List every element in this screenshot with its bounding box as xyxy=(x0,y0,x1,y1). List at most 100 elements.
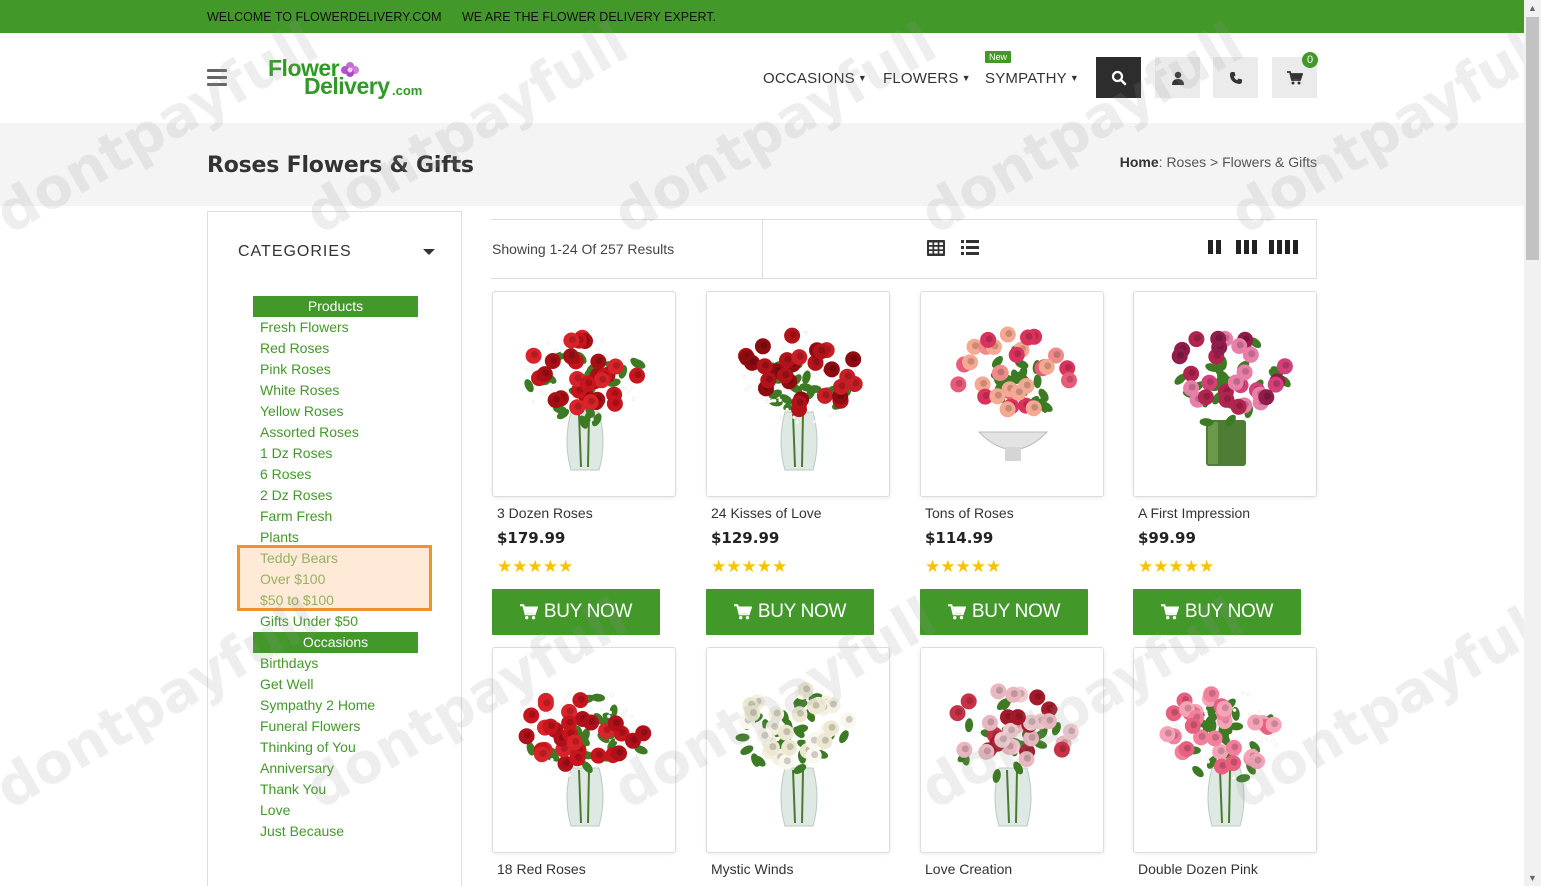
category-item[interactable]: 1 Dz Roses xyxy=(253,443,418,464)
two-column-icon[interactable] xyxy=(1208,240,1222,254)
buy-now-button[interactable]: BUY NOW xyxy=(920,589,1088,635)
scroll-down-icon[interactable]: ▼ xyxy=(1528,873,1537,883)
menu-icon[interactable] xyxy=(207,69,227,86)
product-name[interactable]: A First Impression xyxy=(1138,505,1250,521)
product-name[interactable]: Mystic Winds xyxy=(711,861,793,877)
category-item[interactable]: Yellow Roses xyxy=(253,401,418,422)
category-item[interactable]: Get Well xyxy=(253,674,418,695)
search-button[interactable] xyxy=(1096,57,1141,98)
product-name[interactable]: 18 Red Roses xyxy=(497,861,586,877)
product-image xyxy=(949,683,1079,827)
category-item[interactable]: Funeral Flowers xyxy=(253,716,418,737)
category-item[interactable]: White Roses xyxy=(253,380,418,401)
buy-now-label: BUY NOW xyxy=(543,601,633,622)
category-item[interactable]: Farm Fresh xyxy=(253,506,418,527)
three-column-icon[interactable] xyxy=(1236,240,1257,254)
product-image-card[interactable] xyxy=(492,647,676,853)
account-button[interactable] xyxy=(1155,57,1200,98)
product-image-card[interactable] xyxy=(706,647,890,853)
product-image-card[interactable] xyxy=(492,291,676,497)
buy-now-button[interactable]: BUY NOW xyxy=(1133,589,1301,635)
cart-icon xyxy=(733,604,752,620)
category-item[interactable]: Red Roses xyxy=(253,338,418,359)
product-image-card[interactable] xyxy=(920,647,1104,853)
product-price: $114.99 xyxy=(925,529,994,547)
nav-sympathy[interactable]: SYMPATHY ▼ xyxy=(985,70,1079,87)
site-header: Flower Delivery .com OCCASIONS ▼ FLOWERS ▼… xyxy=(0,33,1524,123)
category-item[interactable]: Fresh Flowers xyxy=(253,317,418,338)
user-icon xyxy=(1171,71,1184,85)
product-name[interactable]: Love Creation xyxy=(925,861,1012,877)
category-group-products: Products xyxy=(253,296,418,317)
cart-icon xyxy=(519,604,538,620)
product-image-card[interactable] xyxy=(1133,647,1317,853)
tagline-text: WE ARE THE FLOWER DELIVERY EXPERT. xyxy=(462,10,717,24)
category-item[interactable]: Birthdays xyxy=(253,653,418,674)
chevron-down-icon[interactable] xyxy=(423,249,435,255)
product-image-card[interactable] xyxy=(920,291,1104,497)
product-image xyxy=(738,327,863,471)
nav-flowers[interactable]: FLOWERS ▼ xyxy=(883,70,971,87)
scrollbar-thumb[interactable] xyxy=(1526,17,1539,260)
phone-button[interactable] xyxy=(1213,57,1258,98)
list-view-icon[interactable] xyxy=(961,240,979,255)
breadcrumb-sep: : xyxy=(1158,154,1163,170)
category-item[interactable]: Sympathy 2 Home xyxy=(253,695,418,716)
product-name[interactable]: 3 Dozen Roses xyxy=(497,505,593,521)
product-image xyxy=(518,691,652,827)
category-item[interactable]: Just Because xyxy=(253,821,418,842)
product-image xyxy=(524,329,646,471)
cart-icon xyxy=(947,604,966,620)
results-toolbar: Showing 1-24 Of 257 Results xyxy=(491,219,1317,279)
phone-icon xyxy=(1229,71,1242,84)
buy-now-label: BUY NOW xyxy=(1184,601,1274,622)
toolbar-divider xyxy=(762,220,763,278)
category-item[interactable]: Anniversary xyxy=(253,758,418,779)
star-rating: ★★★★★ xyxy=(925,557,1002,576)
category-item[interactable]: Pink Roses xyxy=(253,359,418,380)
highlight-box xyxy=(237,545,432,611)
grid-view-icon[interactable] xyxy=(927,240,945,256)
caret-down-icon: ▼ xyxy=(961,73,971,83)
category-item[interactable]: Thinking of You xyxy=(253,737,418,758)
category-item[interactable]: Love xyxy=(253,800,418,821)
product-price: $129.99 xyxy=(711,529,780,547)
four-column-icon[interactable] xyxy=(1269,240,1299,254)
category-group-occasions: Occasions xyxy=(253,632,418,653)
caret-down-icon: ▼ xyxy=(1069,73,1079,83)
product-image-card[interactable] xyxy=(706,291,890,497)
logo-suffix: .com xyxy=(392,83,423,98)
category-item[interactable]: Gifts Under $50 xyxy=(253,611,418,632)
nav-occasions[interactable]: OCCASIONS ▼ xyxy=(763,70,867,87)
product-name[interactable]: Double Dozen Pink xyxy=(1138,861,1258,877)
cart-icon xyxy=(1286,70,1303,84)
product-name[interactable]: 24 Kisses of Love xyxy=(711,505,822,521)
breadcrumb-roses[interactable]: Roses xyxy=(1166,154,1206,170)
product-image-card[interactable] xyxy=(1133,291,1317,497)
product-name[interactable]: Tons of Roses xyxy=(925,505,1014,521)
page-scrollbar[interactable]: ▲ ▼ xyxy=(1524,0,1541,886)
categories-heading[interactable]: CATEGORIES xyxy=(238,243,352,261)
new-badge: New xyxy=(985,51,1012,63)
category-item[interactable]: 6 Roses xyxy=(253,464,418,485)
cart-icon xyxy=(1160,604,1179,620)
logo-line2: Delivery xyxy=(304,73,390,99)
product-price: $99.99 xyxy=(1138,529,1196,547)
product-image xyxy=(735,681,857,827)
occasions-category-list: Birthdays Get Well Sympathy 2 Home Funeral … xyxy=(253,653,418,842)
welcome-text: WELCOME TO FLOWERDELIVERY.COM xyxy=(207,10,442,24)
category-item[interactable]: Thank You xyxy=(253,779,418,800)
breadcrumb-home[interactable]: Home xyxy=(1120,154,1159,170)
buy-now-button[interactable]: BUY NOW xyxy=(706,589,874,635)
buy-now-label: BUY NOW xyxy=(757,601,847,622)
category-item[interactable]: 2 Dz Roses xyxy=(253,485,418,506)
caret-down-icon: ▼ xyxy=(857,73,867,83)
site-logo[interactable]: Flower Delivery .com xyxy=(268,55,438,101)
buy-now-label: BUY NOW xyxy=(971,601,1061,622)
product-image xyxy=(1171,330,1293,466)
product-price: $179.99 xyxy=(497,529,566,547)
buy-now-button[interactable]: BUY NOW xyxy=(492,589,660,635)
category-item[interactable]: Assorted Roses xyxy=(253,422,418,443)
title-bar: Roses Flowers & Gifts Home: Roses > Flow… xyxy=(0,123,1524,206)
scroll-up-icon[interactable]: ▲ xyxy=(1528,3,1537,13)
